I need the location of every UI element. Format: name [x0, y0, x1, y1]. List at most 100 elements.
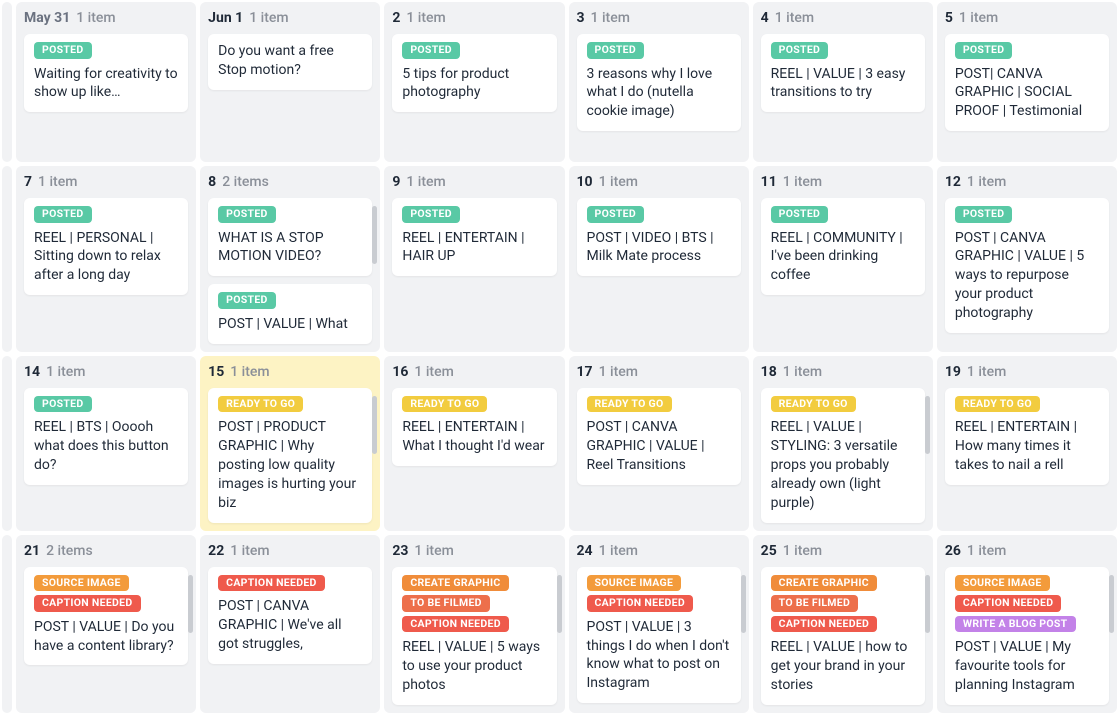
cell-header: 261 item [945, 543, 1109, 559]
scrollbar[interactable] [1109, 575, 1114, 633]
calendar-cell[interactable]: 171 itemREADY TO GOPOST | CANVA GRAPHIC … [569, 356, 749, 531]
status-tag-posted: POSTED [34, 396, 92, 413]
content-card[interactable]: CREATE GRAPHICTO BE FILMEDCAPTION NEEDED… [392, 567, 556, 705]
content-card[interactable]: READY TO GO POST | PRODUCT GRAPHIC | Why … [208, 388, 372, 523]
card-title: POST | PRODUCT GRAPHIC | Why posting low… [218, 418, 362, 512]
calendar-cell[interactable]: 21 itemPOSTED5 tips for product photogra… [384, 2, 564, 162]
content-card[interactable]: POSTEDREEL | PERSONAL | Sitting down to … [24, 198, 188, 295]
content-card[interactable]: POSTEDREEL | COMMUNITY | I've been drink… [761, 198, 925, 295]
content-card[interactable]: POSTEDWHAT IS A STOP MOTION VIDEO? [208, 198, 372, 276]
day-label: 14 [24, 364, 40, 380]
item-count: 1 item [591, 10, 630, 26]
scrollbar[interactable] [372, 206, 377, 264]
calendar-cell[interactable]: 51 itemPOSTEDPOST| CANVA GRAPHIC | SOCIA… [937, 2, 1117, 162]
tag-list: POSTED [218, 206, 362, 223]
scrollbar[interactable] [188, 575, 193, 633]
content-card[interactable]: READY TO GOPOST | CANVA GRAPHIC | VALUE … [577, 388, 741, 485]
calendar-cell[interactable]: 14 1 item POSTEDREEL | BTS | Ooooh what do… [16, 356, 196, 531]
status-tag-posted: POSTED [587, 42, 645, 59]
calendar-cell[interactable]: 241 itemSOURCE IMAGECAPTION NEEDEDPOST |… [569, 535, 749, 713]
card-title: POST | CANVA GRAPHIC | VALUE | 5 ways to… [955, 229, 1099, 323]
scrollbar[interactable] [925, 396, 930, 454]
calendar-cell[interactable]: 212 items SOURCE IMAGECAPTION NEEDEDPOST … [16, 535, 196, 713]
calendar-cell[interactable]: 231 itemCREATE GRAPHICTO BE FILMEDCAPTIO… [384, 535, 564, 713]
content-card[interactable]: POSTEDPOST| CANVA GRAPHIC | SOCIAL PROOF… [945, 34, 1109, 131]
content-card[interactable]: READY TO GO REEL | ENTERTAIN | What I tho… [392, 388, 556, 466]
cell-header: 111 item [761, 174, 925, 190]
content-card[interactable]: SOURCE IMAGECAPTION NEEDEDPOST | VALUE |… [24, 567, 188, 666]
calendar-cell[interactable]: 82 itemsPOSTEDWHAT IS A STOP MOTION VIDE… [200, 166, 380, 352]
status-tag-blog: WRITE A BLOG POST [955, 616, 1076, 633]
item-count: 1 item [249, 10, 288, 26]
item-count: 1 item [599, 543, 638, 559]
day-label: 19 [945, 364, 961, 380]
content-card[interactable]: POSTEDREEL | BTS | Ooooh what does this … [24, 388, 188, 485]
item-count: 1 item [775, 10, 814, 26]
calendar-cell[interactable]: 191 itemREADY TO GOREEL | ENTERTAIN | Ho… [937, 356, 1117, 531]
cell-header: May 311 item [24, 10, 188, 26]
content-card[interactable]: POSTEDREEL | VALUE | 3 easy transitions … [761, 34, 925, 112]
status-tag-ready: READY TO GO [218, 396, 303, 413]
calendar-cell[interactable]: 151 itemREADY TO GOPOST | PRODUCT GRAPHI… [200, 356, 380, 531]
content-card[interactable]: SOURCE IMAGECAPTION NEEDED POST | VALUE |… [577, 567, 741, 704]
content-card[interactable]: READY TO GOREEL | ENTERTAIN | How many t… [945, 388, 1109, 485]
calendar-cell[interactable]: 121 itemPOSTEDPOST | CANVA GRAPHIC | VAL… [937, 166, 1117, 352]
tag-list: READY TO GO [218, 396, 362, 413]
scrollbar[interactable] [372, 396, 377, 454]
day-label: 18 [761, 364, 777, 380]
status-tag-posted: POSTED [955, 206, 1013, 223]
calendar-cell[interactable]: 31 itemPOSTED3 reasons why I love what I… [569, 2, 749, 162]
content-card[interactable]: SOURCE IMAGECAPTION NEEDEDWRITE A BLOG P… [945, 567, 1109, 705]
status-tag-create: CREATE GRAPHIC [771, 575, 877, 592]
calendar-cell[interactable]: 41 itemPOSTEDREEL | VALUE | 3 easy trans… [753, 2, 933, 162]
calendar-cell[interactable]: 221 itemCAPTION NEEDEDPOST | CANVA GRAPH… [200, 535, 380, 713]
calendar-cell[interactable]: 161 item READY TO GO REEL | ENTERTAIN | Wh… [384, 356, 564, 531]
calendar-cell[interactable]: 251 itemCREATE GRAPHICTO BE FILMEDCAPTIO… [753, 535, 933, 713]
tag-list: POSTED [34, 396, 178, 413]
content-card[interactable]: POSTEDPOST | VALUE | What [208, 284, 372, 343]
calendar-cell[interactable]: 71 itemPOSTEDREEL | PERSONAL | Sitting d… [16, 166, 196, 352]
content-card[interactable]: POSTED 5 tips for product photography [392, 34, 556, 112]
content-card[interactable]: READY TO GOREEL | VALUE | STYLING: 3 ver… [761, 388, 925, 523]
cell-header: 161 item [392, 364, 556, 380]
card-title: POST | VALUE | Do you have a content lib… [34, 618, 178, 656]
content-card[interactable]: POSTED3 reasons why I love what I do (nu… [577, 34, 741, 131]
calendar-cell[interactable]: 111 item POSTEDREEL | COMMUNITY | I've be… [753, 166, 933, 352]
card-title: 5 tips for product photography [402, 65, 546, 103]
card-title: POST | VALUE | 3 things I do when I don'… [587, 618, 731, 694]
status-tag-posted: POSTED [402, 42, 460, 59]
item-count: 1 item [406, 174, 445, 190]
status-tag-caption: CAPTION NEEDED [587, 595, 694, 612]
cell-header: 181 item [761, 364, 925, 380]
status-tag-ready: READY TO GO [955, 396, 1040, 413]
day-label: 8 [208, 174, 216, 190]
content-card[interactable]: POSTED POST | CANVA GRAPHIC | VALUE | 5 w… [945, 198, 1109, 333]
card-title: REEL | ENTERTAIN | What I thought I'd we… [402, 418, 546, 456]
item-count: 1 item [46, 364, 85, 380]
card-title: Waiting for creativity to show up like… [34, 65, 178, 103]
content-card[interactable]: CAPTION NEEDEDPOST | CANVA GRAPHIC | We'… [208, 567, 372, 664]
scrollbar[interactable] [741, 575, 746, 633]
card-title: REEL | VALUE | 3 easy transitions to try [771, 65, 915, 103]
status-tag-posted: POSTED [218, 206, 276, 223]
status-tag-source: SOURCE IMAGE [955, 575, 1050, 592]
scrollbar[interactable] [557, 575, 562, 633]
calendar-cell[interactable]: 181 item READY TO GOREEL | VALUE | STYLIN… [753, 356, 933, 531]
content-card[interactable]: POSTEDPOST | VIDEO | BTS | Milk Mate pro… [577, 198, 741, 276]
item-count: 2 items [46, 543, 93, 559]
content-card[interactable]: POSTEDREEL | ENTERTAIN | HAIR UP [392, 198, 556, 276]
day-label: 26 [945, 543, 961, 559]
status-tag-ready: READY TO GO [402, 396, 487, 413]
tag-list: SOURCE IMAGECAPTION NEEDED [587, 575, 731, 612]
cell-header: 212 items [24, 543, 188, 559]
scrollbar[interactable] [925, 575, 930, 633]
calendar-cell[interactable]: Jun 11 itemDo you want a free Stop motio… [200, 2, 380, 162]
status-tag-source: SOURCE IMAGE [34, 575, 129, 592]
content-card[interactable]: CREATE GRAPHICTO BE FILMEDCAPTION NEEDED… [761, 567, 925, 705]
content-card[interactable]: Do you want a free Stop motion? [208, 34, 372, 90]
content-card[interactable]: POSTEDWaiting for creativity to show up … [24, 34, 188, 112]
calendar-cell[interactable]: 91 itemPOSTEDREEL | ENTERTAIN | HAIR UP [384, 166, 564, 352]
calendar-cell[interactable]: May 311 item POSTEDWaiting for creativity… [16, 2, 196, 162]
calendar-cell[interactable]: 101 itemPOSTEDPOST | VIDEO | BTS | Milk … [569, 166, 749, 352]
calendar-cell[interactable]: 261 item SOURCE IMAGECAPTION NEEDEDWRITE … [937, 535, 1117, 713]
